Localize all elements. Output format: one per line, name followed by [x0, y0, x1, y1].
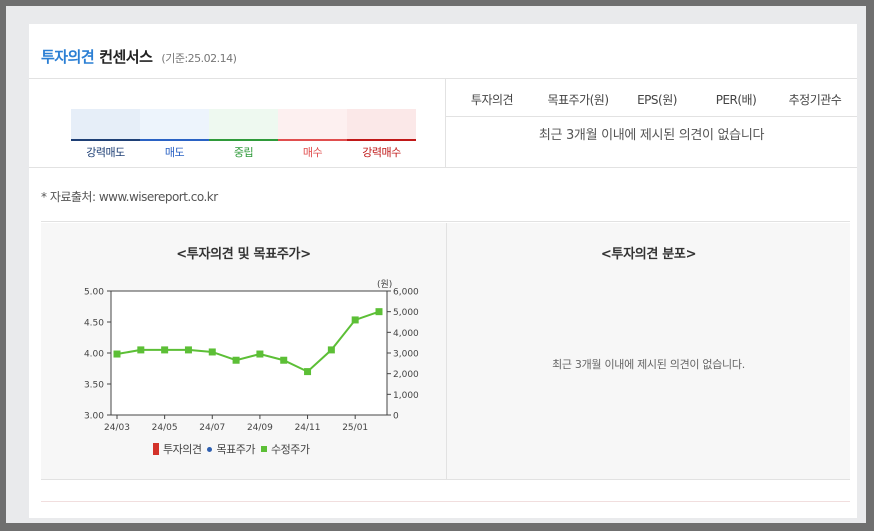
legend-swatch	[260, 446, 267, 452]
data-point-adjusted-price	[113, 350, 121, 358]
divider	[41, 221, 850, 222]
reference-date: (기준:25.02.14)	[161, 52, 237, 65]
col-target-price: 목표주가(원)	[547, 92, 609, 107]
distribution-empty-message: 최근 3개월 이내에 제시된 의견이 없습니다.	[552, 358, 745, 371]
scale-label-sell: 매도	[164, 146, 185, 159]
data-point-adjusted-price	[304, 368, 312, 376]
legend-swatch	[207, 446, 213, 452]
chart-legend: 투자의견 목표주가 수정주가	[153, 442, 315, 456]
legend-item: 목표주가	[207, 441, 255, 457]
data-source: * 자료출처: www.wisereport.co.kr	[41, 190, 218, 204]
col-opinion: 투자의견	[470, 92, 514, 107]
x-tick-label: 24/07	[199, 423, 225, 433]
data-point-adjusted-price	[327, 346, 335, 354]
data-point-adjusted-price	[161, 346, 169, 354]
y-right-unit: (원)	[377, 279, 392, 290]
scale-label-strong-sell: 강력매도	[86, 146, 125, 159]
x-tick-label: 24/03	[104, 423, 130, 433]
data-point-adjusted-price	[208, 348, 216, 356]
y-left-tick-label: 4.00	[84, 350, 104, 360]
x-tick-label: 25/01	[342, 423, 368, 433]
scale-label-neutral: 중립	[233, 146, 254, 159]
section-subtitle: 컨센서스	[99, 48, 153, 66]
col-eps: EPS(원)	[637, 92, 677, 107]
scale-label-strong-buy: 강력매수	[362, 146, 401, 159]
data-point-adjusted-price	[137, 346, 145, 354]
consensus-panel: 투자의견 컨센서스 (기준:25.02.14) 강력매도 매도 중립 매수 강력…	[29, 24, 857, 518]
y-right-tick-label: 6,000	[393, 288, 419, 298]
col-per: PER(배)	[715, 92, 757, 107]
legend-item: 투자의견	[153, 441, 202, 457]
data-point-adjusted-price	[375, 308, 383, 316]
data-point-adjusted-price	[351, 316, 359, 324]
opinion-target-chart-section: <투자의견 및 목표주가> 5.00 4.50 4.00 3.50 3.00 6,000 5…	[41, 223, 446, 479]
data-point-adjusted-price	[232, 356, 240, 364]
divider	[29, 167, 857, 168]
opinion-distribution-section: <투자의견 분포> 최근 3개월 이내에 제시된 의견이 없습니다.	[447, 223, 850, 479]
divider	[29, 78, 857, 79]
divider	[41, 479, 850, 480]
y-left-tick-label: 5.00	[84, 288, 104, 298]
y-right-tick-label: 5,000	[393, 308, 419, 318]
section-title: 투자의견	[41, 48, 95, 66]
col-institutions: 추정기관수	[788, 92, 842, 107]
scale-segment	[209, 109, 278, 141]
chart-section-title: <투자의견 및 목표주가>	[176, 247, 311, 262]
legend-label: 수정주가	[270, 443, 310, 456]
y-right-tick-label: 3,000	[393, 350, 419, 360]
window-frame: 투자의견 컨센서스 (기준:25.02.14) 강력매도 매도 중립 매수 강력…	[6, 6, 866, 523]
y-left-tick-label: 3.00	[84, 412, 104, 422]
y-right-tick-label: 1,000	[393, 391, 419, 401]
legend-item: 수정주가	[260, 441, 310, 457]
consensus-table-header: 투자의견 목표주가(원) EPS(원) PER(배) 추정기관수	[446, 82, 857, 116]
y-right-tick-label: 0	[393, 412, 399, 422]
y-right-tick-label: 2,000	[393, 370, 419, 380]
line-chart: 5.00 4.50 4.00 3.50 3.00 6,000 5,000 4,000 3,000…	[84, 279, 419, 433]
section-header: 투자의견 컨센서스 (기준:25.02.14)	[41, 46, 237, 70]
data-point-adjusted-price	[256, 350, 264, 358]
data-point-adjusted-price	[280, 356, 288, 364]
legend-label: 투자의견	[163, 443, 202, 456]
plot-area	[110, 290, 388, 416]
table-empty-message: 최근 3개월 이내에 제시된 의견이 없습니다	[538, 128, 765, 143]
opinion-scale: 강력매도 매도 중립 매수 강력매수	[71, 109, 416, 159]
divider	[446, 116, 857, 117]
data-point-adjusted-price	[184, 346, 192, 354]
legend-swatch	[153, 443, 159, 455]
scale-label-buy: 매수	[302, 146, 323, 159]
x-tick-label: 24/09	[247, 423, 273, 433]
scale-segment	[71, 109, 140, 141]
distribution-title: <투자의견 분포>	[600, 247, 697, 262]
y-left-tick-label: 3.50	[84, 381, 104, 391]
scale-segment	[140, 109, 209, 141]
y-left-tick-label: 4.50	[84, 319, 104, 329]
scale-segment	[347, 109, 416, 141]
x-tick-label: 24/05	[152, 423, 178, 433]
y-right-tick-label: 4,000	[393, 329, 419, 339]
legend-label: 목표주가	[216, 443, 255, 456]
scale-segment	[278, 109, 347, 141]
divider	[41, 501, 850, 502]
x-tick-label: 24/11	[295, 423, 321, 433]
